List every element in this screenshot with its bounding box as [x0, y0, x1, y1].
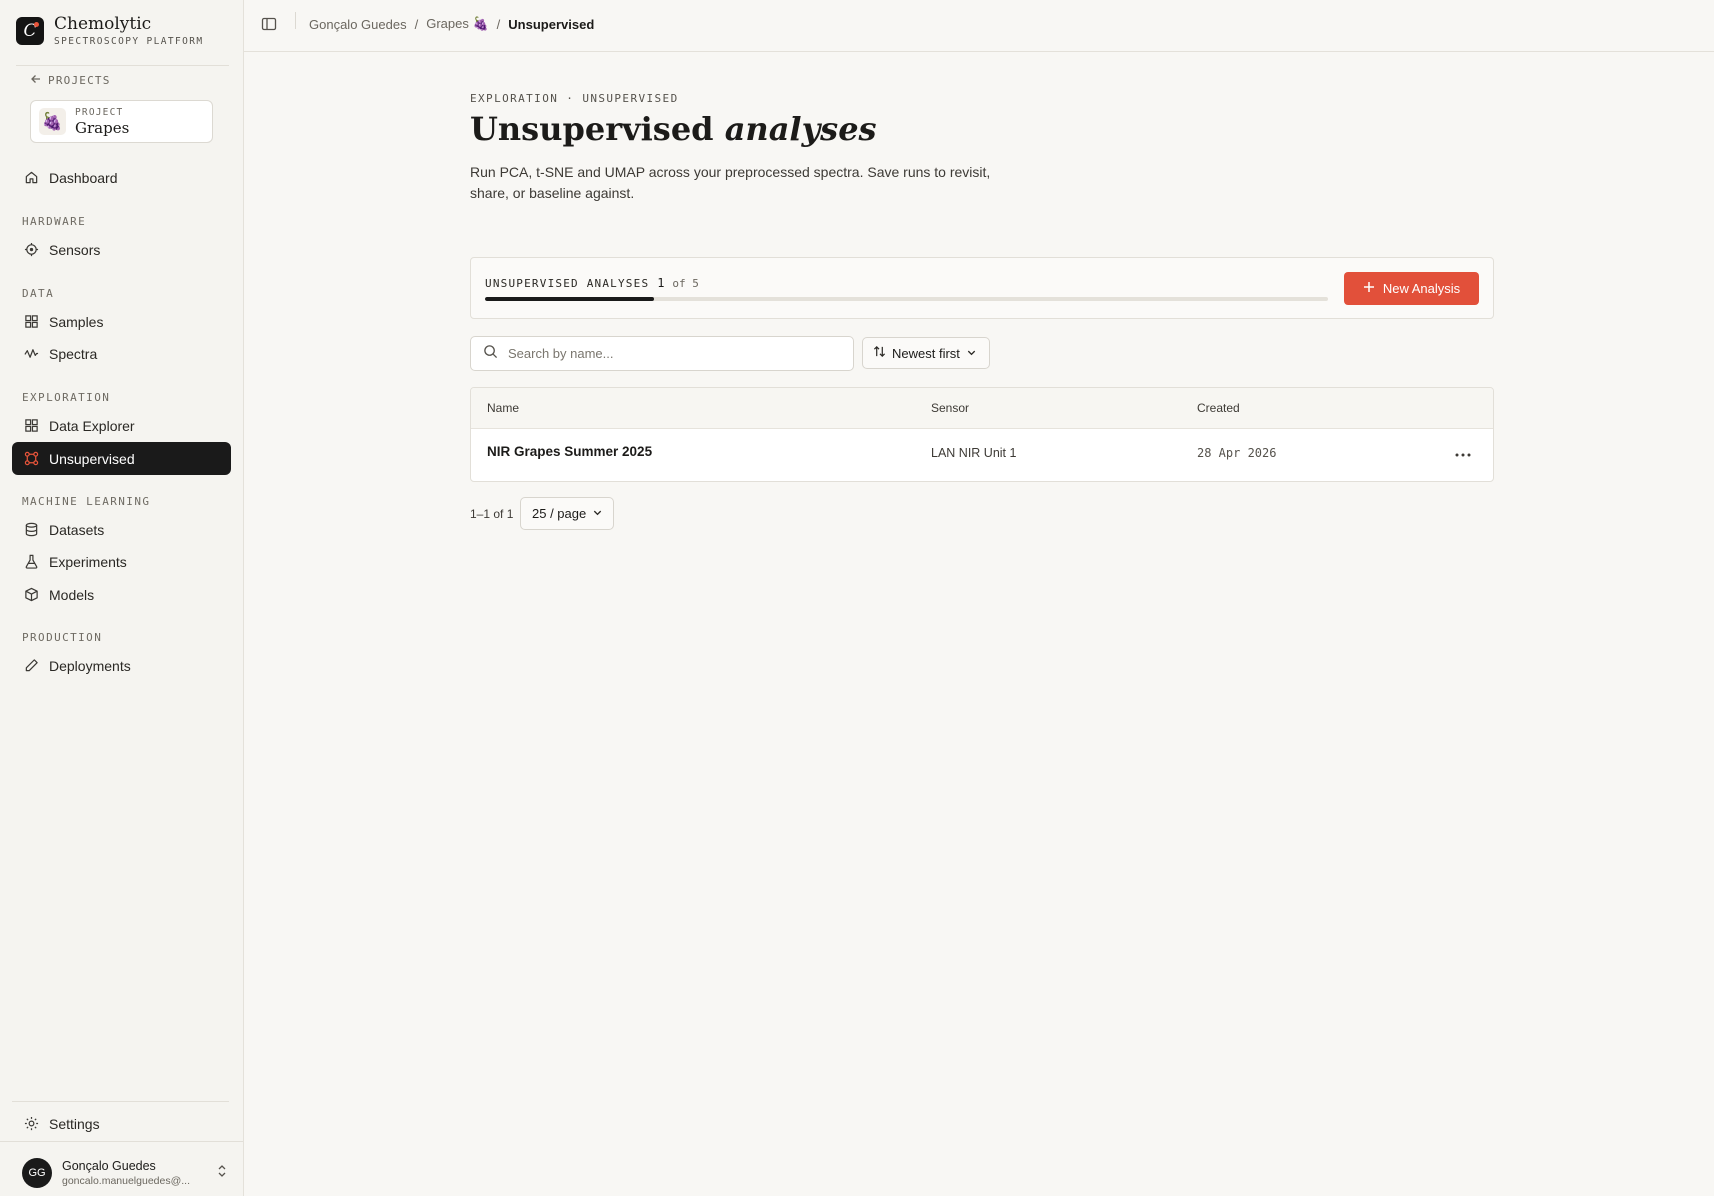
pencil-icon [23, 658, 39, 674]
waveform-icon [23, 346, 39, 362]
avatar: GG [22, 1158, 52, 1188]
divider [0, 1141, 243, 1142]
sidebar-item-label: Settings [49, 1115, 100, 1132]
user-email: goncalo.manuelguedes@... [62, 1175, 190, 1187]
section-data: DATA [22, 287, 55, 300]
brand-logo: C [16, 16, 44, 45]
pagination-range: 1–1 of 1 [470, 507, 514, 521]
chevron-down-icon [592, 506, 603, 521]
cluster-icon [23, 451, 39, 467]
grid-icon [23, 418, 39, 434]
page-description: Run PCA, t-SNE and UMAP across your prep… [470, 164, 991, 201]
page-size-select[interactable]: 25 / page [520, 497, 614, 530]
page-eyebrow: EXPLORATION · UNSUPERVISED [470, 92, 679, 105]
search-field[interactable] [470, 336, 854, 371]
grid-icon [23, 314, 39, 330]
grapes-icon: 🍇 [472, 16, 489, 31]
sort-label: Newest first [892, 345, 960, 361]
column-header-created[interactable]: Created [1197, 401, 1240, 415]
breadcrumb-current: Unsupervised [508, 16, 595, 32]
column-header-name[interactable]: Name [487, 401, 519, 415]
divider [295, 12, 296, 29]
sort-arrows-icon [873, 345, 886, 361]
flask-icon [23, 554, 39, 570]
database-icon [23, 522, 39, 538]
breadcrumb-project[interactable]: Grapes 🍇 [426, 16, 488, 32]
sidebar-item-deployments[interactable]: Deployments [12, 649, 231, 682]
back-to-projects-link[interactable]: PROJECTS [30, 73, 111, 88]
back-label: PROJECTS [48, 74, 111, 87]
section-exploration: EXPLORATION [22, 391, 111, 404]
project-label: PROJECT [75, 106, 124, 118]
sidebar-item-label: Samples [49, 313, 104, 330]
sidebar-toggle-icon[interactable] [261, 16, 277, 32]
topbar: Gonçalo Guedes / Grapes 🍇 / Unsupervised [244, 0, 1714, 52]
sidebar-item-label: Datasets [49, 521, 105, 538]
sidebar-item-models[interactable]: Models [12, 578, 231, 611]
grapes-icon: 🍇 [39, 108, 66, 135]
brand-subtitle: SPECTROSCOPY PLATFORM [54, 36, 204, 47]
sidebar-item-experiments[interactable]: Experiments [12, 545, 231, 578]
breadcrumb-separator: / [496, 16, 501, 32]
sidebar-item-data-explorer[interactable]: Data Explorer [12, 409, 231, 442]
divider [16, 65, 229, 66]
home-icon [23, 170, 39, 186]
sidebar-item-spectra[interactable]: Spectra [12, 337, 231, 370]
analyses-table: Name Sensor Created NIR Grapes Summer 20… [470, 387, 1494, 482]
breadcrumb-user[interactable]: Gonçalo Guedes [309, 17, 407, 32]
breadcrumb: Gonçalo Guedes / Grapes 🍇 / Unsupervised [309, 16, 594, 32]
sidebar-item-label: Models [49, 586, 95, 603]
more-options-icon[interactable] [1453, 445, 1473, 465]
chevron-up-down-icon [216, 1164, 228, 1183]
quota-label: UNSUPERVISED ANALYSES 1 of 5 [485, 276, 699, 290]
section-production: PRODUCTION [22, 631, 103, 644]
sort-dropdown[interactable]: Newest first [862, 337, 990, 369]
section-hardware: HARDWARE [22, 215, 87, 228]
user-menu[interactable]: GG Gonçalo Guedes goncalo.manuelguedes@.… [22, 1158, 228, 1188]
sidebar: C Chemolytic SPECTROSCOPY PLATFORM PROJE… [0, 0, 244, 1196]
analysis-quota-card: UNSUPERVISED ANALYSES 1 of 5 New Analysis [470, 257, 1494, 319]
divider [12, 1101, 229, 1102]
sun-gear-icon [23, 1116, 39, 1132]
quota-progress-fill [485, 297, 654, 301]
sidebar-item-label: Experiments [49, 553, 127, 570]
sidebar-item-label: Data Explorer [49, 417, 135, 434]
user-name: Gonçalo Guedes [62, 1159, 156, 1173]
project-name: Grapes [75, 118, 130, 137]
sidebar-item-label: Deployments [49, 657, 131, 674]
page-size-label: 25 / page [532, 506, 587, 521]
search-input[interactable] [508, 346, 828, 361]
analysis-sensor: LAN NIR Unit 1 [931, 446, 1017, 460]
sidebar-item-label: Spectra [49, 345, 98, 362]
analysis-name[interactable]: NIR Grapes Summer 2025 [487, 444, 652, 459]
brand-name: Chemolytic [54, 14, 152, 34]
page-title: Unsupervised analyses [470, 110, 877, 148]
sidebar-item-settings[interactable]: Settings [12, 1107, 231, 1140]
brand[interactable]: C Chemolytic SPECTROSCOPY PLATFORM [16, 14, 204, 47]
breadcrumb-separator: / [414, 16, 419, 32]
table-row[interactable]: NIR Grapes Summer 2025 LAN NIR Unit 1 28… [471, 429, 1493, 481]
arrow-left-icon [30, 73, 42, 88]
sidebar-item-dashboard[interactable]: Dashboard [12, 161, 231, 194]
sidebar-item-datasets[interactable]: Datasets [12, 513, 231, 546]
plus-icon [1363, 281, 1375, 296]
sidebar-item-label: Dashboard [49, 169, 118, 186]
chevron-down-icon [966, 346, 977, 361]
search-icon [483, 344, 498, 364]
new-analysis-button[interactable]: New Analysis [1344, 272, 1479, 305]
sidebar-item-label: Sensors [49, 241, 101, 258]
quota-progress-bar [485, 297, 1328, 301]
sidebar-item-label: Unsupervised [49, 450, 135, 467]
analysis-created: 28 Apr 2026 [1197, 446, 1277, 460]
sidebar-item-sensors[interactable]: Sensors [12, 233, 231, 266]
table-header: Name Sensor Created [471, 388, 1493, 429]
sidebar-item-samples[interactable]: Samples [12, 305, 231, 338]
section-machine-learning: MACHINE LEARNING [22, 495, 151, 508]
sensor-icon [23, 242, 39, 258]
cube-icon [23, 587, 39, 603]
sidebar-item-unsupervised[interactable]: Unsupervised [12, 442, 231, 475]
new-analysis-label: New Analysis [1382, 281, 1461, 296]
column-header-sensor[interactable]: Sensor [931, 401, 969, 415]
project-switcher[interactable]: 🍇 PROJECT Grapes [30, 100, 213, 143]
